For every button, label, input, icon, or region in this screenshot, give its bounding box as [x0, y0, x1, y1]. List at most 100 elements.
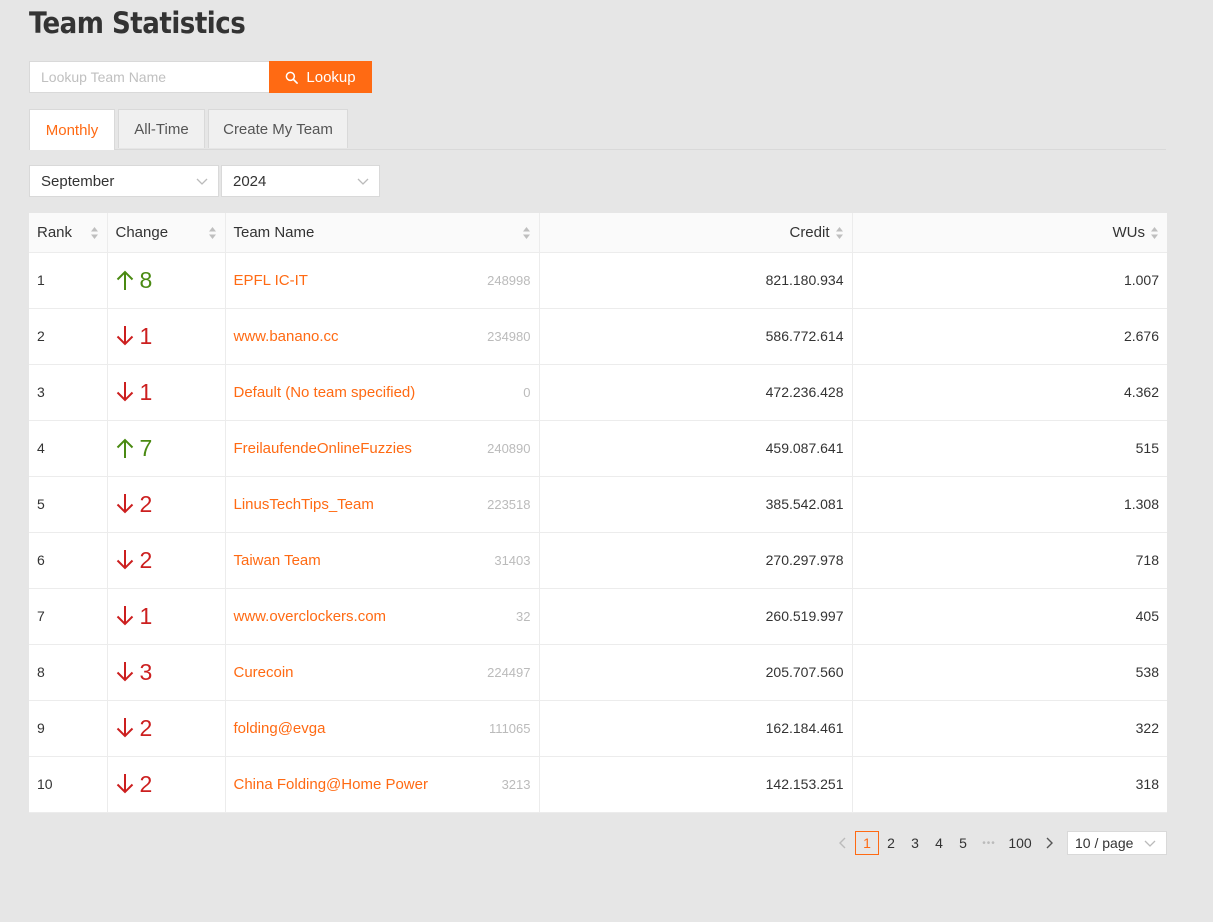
arrow-down-icon — [116, 774, 133, 794]
chevron-down-icon — [357, 178, 369, 185]
search-input[interactable] — [29, 61, 269, 93]
table-row: 2 1 www.banano.cc 234980 586.772.614 2.676 — [29, 308, 1167, 365]
column-header-rank[interactable]: Rank — [29, 213, 108, 253]
team-name-link[interactable]: Default (No team specified) — [234, 384, 416, 401]
team-id: 32 — [516, 608, 531, 624]
sort-icon — [835, 227, 843, 239]
change-cell: 1 — [107, 308, 226, 365]
team-cell: Curecoin 224497 — [225, 644, 540, 701]
rank-cell: 10 — [29, 756, 108, 813]
arrow-down-icon — [116, 662, 133, 682]
table-body: 1 8 EPFL IC-IT 248998 821.180.934 1.007 2 1 www.… — [29, 252, 1167, 813]
arrow-down-icon — [116, 550, 133, 570]
sort-icon — [90, 227, 98, 239]
team-cell: folding@evga 111065 — [225, 700, 540, 757]
arrow-down-icon — [116, 382, 133, 402]
year-select[interactable]: 2024 — [221, 165, 380, 197]
month-select[interactable]: September — [29, 165, 219, 197]
page-last-button[interactable]: 100 — [1003, 831, 1037, 855]
team-id: 240890 — [487, 440, 531, 456]
rank-cell: 1 — [29, 252, 108, 309]
lookup-button[interactable]: Lookup — [269, 61, 372, 93]
team-cell: www.banano.cc 234980 — [225, 308, 540, 365]
change-value: 8 — [139, 266, 153, 293]
page-size-value: 10 / page — [1075, 835, 1134, 851]
table-row: 4 7 FreilaufendeOnlineFuzzies 240890 459.087… — [29, 420, 1167, 477]
wus-cell: 538 — [852, 644, 1167, 701]
team-cell: Default (No team specified) 0 — [225, 364, 540, 421]
table-row: 1 8 EPFL IC-IT 248998 821.180.934 1.007 — [29, 252, 1167, 309]
filter-selects: September 2024 — [29, 165, 380, 197]
team-name-link[interactable]: Taiwan Team — [234, 552, 321, 569]
change-value: 2 — [139, 546, 153, 573]
tab-bar: Monthly All-Time Create My Team — [29, 109, 1166, 150]
next-page-button[interactable] — [1037, 831, 1061, 855]
prev-page-button[interactable] — [831, 831, 855, 855]
chevron-right-icon — [1046, 837, 1053, 849]
team-name-link[interactable]: www.overclockers.com — [234, 608, 387, 625]
team-cell: Taiwan Team 31403 — [225, 532, 540, 589]
rank-cell: 8 — [29, 644, 108, 701]
credit-cell: 586.772.614 — [539, 308, 853, 365]
credit-cell: 459.087.641 — [539, 420, 853, 477]
lookup-button-label: Lookup — [306, 68, 356, 86]
change-value: 3 — [139, 658, 153, 685]
team-cell: LinusTechTips_Team 223518 — [225, 476, 540, 533]
tab-monthly[interactable]: Monthly — [29, 109, 115, 150]
table-row: 3 1 Default (No team specified) 0 472.236.42… — [29, 364, 1167, 421]
tab-create-my-team-label: Create My Team — [223, 120, 333, 138]
team-cell: EPFL IC-IT 248998 — [225, 252, 540, 309]
rank-cell: 7 — [29, 588, 108, 645]
team-name-link[interactable]: EPFL IC-IT — [234, 272, 308, 289]
change-cell: 8 — [107, 252, 226, 309]
change-cell: 2 — [107, 756, 226, 813]
change-value: 1 — [139, 378, 153, 405]
page-4-button[interactable]: 4 — [927, 831, 951, 855]
wus-cell: 2.676 — [852, 308, 1167, 365]
column-header-team-name[interactable]: Team Name — [225, 213, 540, 253]
jump-next-ellipsis[interactable]: ••• — [975, 831, 1003, 855]
wus-cell: 515 — [852, 420, 1167, 477]
pagination: 1 2 3 4 5 ••• 100 10 / page — [831, 831, 1167, 855]
tab-create-my-team[interactable]: Create My Team — [208, 109, 348, 148]
change-value: 7 — [139, 434, 153, 461]
arrow-down-icon — [116, 326, 133, 346]
change-value: 2 — [139, 770, 153, 797]
page-2-button[interactable]: 2 — [879, 831, 903, 855]
arrow-down-icon — [116, 718, 133, 738]
arrow-up-icon — [116, 438, 133, 458]
search-icon — [286, 71, 299, 84]
team-name-link[interactable]: Curecoin — [234, 664, 294, 681]
column-header-credit[interactable]: Credit — [539, 213, 853, 253]
table-row: 7 1 www.overclockers.com 32 260.519.997 405 — [29, 588, 1167, 645]
tab-monthly-label: Monthly — [45, 121, 99, 139]
arrow-down-icon — [116, 494, 133, 514]
team-name-link[interactable]: China Folding@Home Power — [234, 776, 428, 793]
team-id: 234980 — [487, 328, 531, 344]
credit-cell: 260.519.997 — [539, 588, 853, 645]
page-1-button[interactable]: 1 — [855, 831, 879, 855]
page: Team Statistics Lookup Monthly All-Time … — [0, 0, 1213, 922]
arrow-down-icon — [116, 606, 133, 626]
chevron-left-icon — [839, 837, 846, 849]
change-value: 1 — [139, 602, 153, 629]
team-cell: China Folding@Home Power 3213 — [225, 756, 540, 813]
team-search: Lookup — [29, 61, 372, 93]
team-name-link[interactable]: FreilaufendeOnlineFuzzies — [234, 440, 412, 457]
page-size-select[interactable]: 10 / page — [1067, 831, 1167, 855]
page-3-button[interactable]: 3 — [903, 831, 927, 855]
team-id: 0 — [523, 384, 531, 400]
credit-cell: 385.542.081 — [539, 476, 853, 533]
tab-all-time[interactable]: All-Time — [118, 109, 205, 148]
column-header-change[interactable]: Change — [107, 213, 226, 253]
page-5-button[interactable]: 5 — [951, 831, 975, 855]
team-name-link[interactable]: www.banano.cc — [234, 328, 339, 345]
column-header-wus[interactable]: WUs — [852, 213, 1167, 253]
team-name-link[interactable]: LinusTechTips_Team — [234, 496, 374, 513]
wus-cell: 1.308 — [852, 476, 1167, 533]
credit-cell: 270.297.978 — [539, 532, 853, 589]
team-name-link[interactable]: folding@evga — [234, 720, 326, 737]
wus-cell: 718 — [852, 532, 1167, 589]
credit-cell: 821.180.934 — [539, 252, 853, 309]
change-cell: 7 — [107, 420, 226, 477]
